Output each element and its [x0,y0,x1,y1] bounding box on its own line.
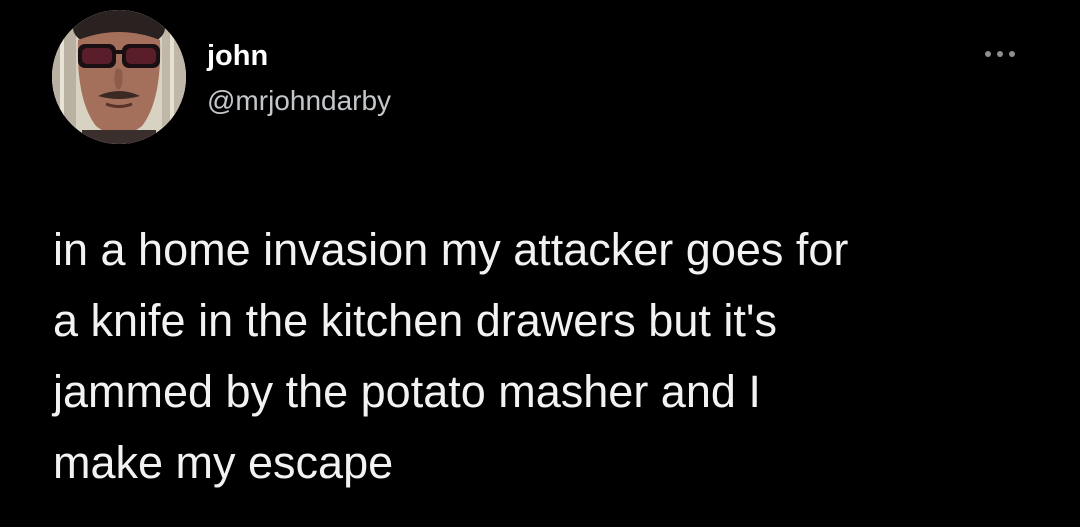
user-handle[interactable]: @mrjohndarby [207,84,391,118]
tweet-card: john @mrjohndarby in a home invasion my … [0,0,1080,527]
more-options-button[interactable] [978,42,1022,66]
avatar[interactable] [52,10,186,144]
display-name[interactable]: john [207,38,268,74]
more-horizontal-icon [985,51,1015,57]
profile-photo-icon [52,10,186,144]
tweet-text: in a home invasion my attacker goes for … [53,224,849,488]
